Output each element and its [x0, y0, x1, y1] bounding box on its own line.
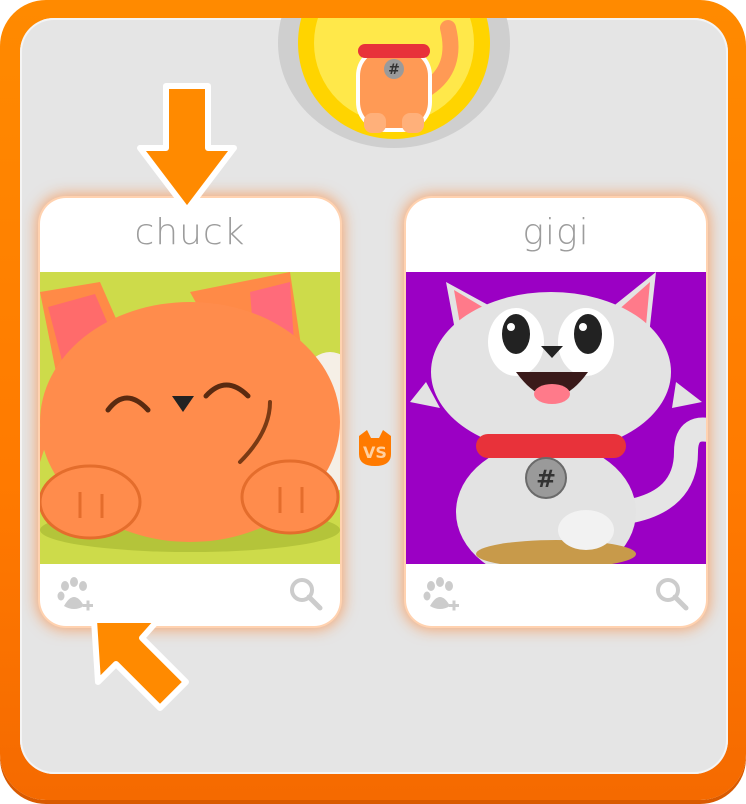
- mascot-cat-icon: #: [298, 18, 490, 139]
- down-arrow-hint-icon: [132, 82, 242, 218]
- match-panel: # chuck VS gigi #: [20, 18, 728, 774]
- paw-add-icon[interactable]: [422, 576, 462, 616]
- up-left-arrow-hint-icon: [88, 614, 192, 718]
- paw-add-icon[interactable]: [56, 576, 96, 616]
- contestant-card-chuck[interactable]: chuck: [40, 198, 340, 626]
- mascot-badge: #: [278, 18, 510, 148]
- contestant-name: chuck: [134, 212, 246, 253]
- svg-text:#: #: [536, 465, 556, 493]
- white-cat-illustration: #: [406, 272, 706, 564]
- contestant-name: gigi: [522, 212, 590, 253]
- svg-text:#: #: [388, 62, 400, 78]
- contestant-photo-gigi[interactable]: #: [406, 272, 706, 564]
- orange-cat-illustration: [40, 272, 340, 564]
- contestant-photo-chuck[interactable]: [40, 272, 340, 564]
- search-icon[interactable]: [288, 576, 324, 612]
- contestant-card-gigi[interactable]: gigi #: [406, 198, 706, 626]
- versus-badge: VS: [355, 428, 395, 468]
- card-footer: [406, 564, 706, 626]
- versus-label: VS: [363, 443, 387, 462]
- search-icon[interactable]: [654, 576, 690, 612]
